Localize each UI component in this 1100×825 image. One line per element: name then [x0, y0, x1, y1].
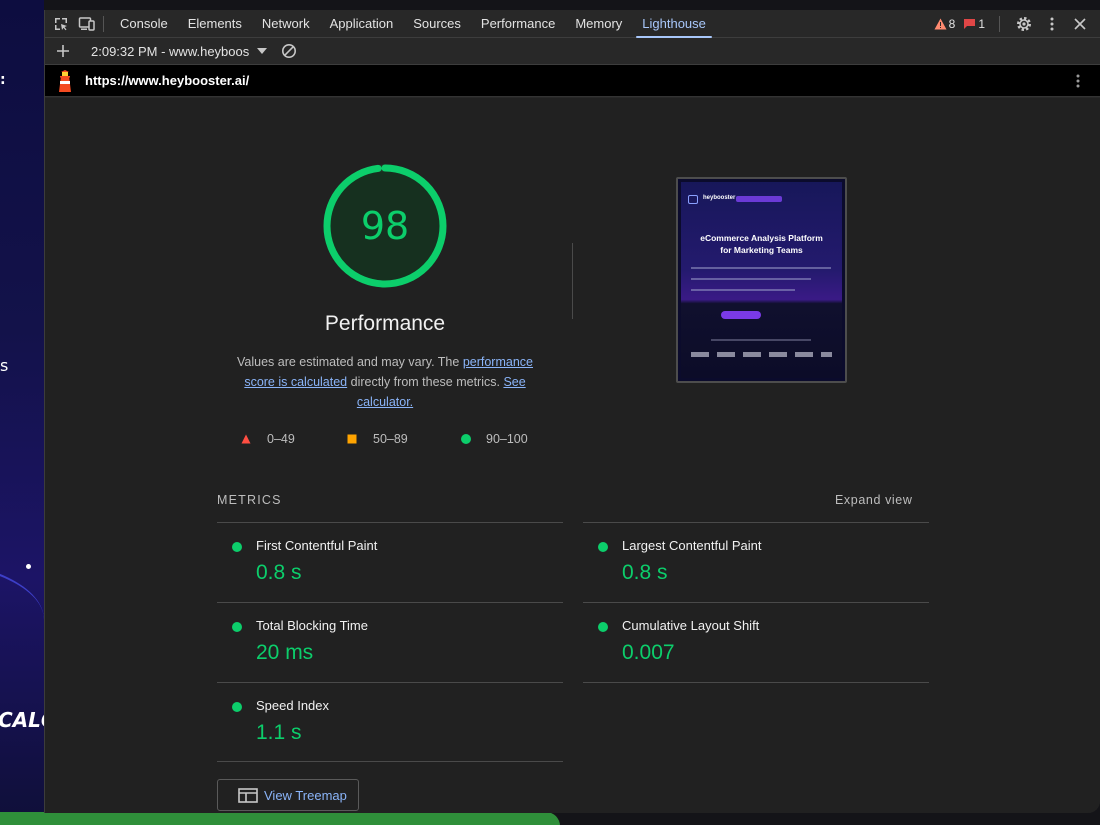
metric-cumulative-layout-shift: Cumulative Layout Shift 0.007	[583, 602, 929, 682]
metrics-divider	[217, 761, 563, 762]
metric-first-contentful-paint: First Contentful Paint 0.8 s	[217, 522, 563, 602]
view-treemap-button[interactable]: View Treemap	[217, 779, 359, 811]
metric-speed-index: Speed Index 1.1 s	[217, 682, 563, 762]
metric-label: Largest Contentful Paint	[622, 538, 762, 553]
performance-score: 98	[360, 204, 410, 248]
legend-label: 90–100	[486, 432, 528, 446]
screenshot-logo-icon	[688, 195, 698, 204]
desc-text: Values are estimated and may vary. The	[237, 355, 463, 369]
tab-memory[interactable]: Memory	[565, 10, 632, 38]
tools-separator	[999, 16, 1000, 32]
metric-label: First Contentful Paint	[256, 538, 378, 553]
devtools-tabbar: Console Elements Network Application Sou…	[45, 10, 1100, 38]
new-report-plus-icon[interactable]	[53, 41, 73, 61]
average-square-icon	[347, 434, 357, 444]
metric-label: Speed Index	[256, 698, 330, 713]
fail-triangle-icon	[241, 434, 251, 444]
category-title: Performance	[324, 312, 446, 335]
devtools-window: Console Elements Network Application Sou…	[44, 10, 1100, 813]
screenshot-text-line	[691, 289, 795, 291]
screenshot-text-line	[691, 267, 831, 269]
expand-view-toggle[interactable]: Expand view	[835, 493, 912, 507]
metric-label: Total Blocking Time	[256, 618, 368, 633]
screenshot-cta	[721, 311, 761, 319]
warning-icon	[934, 18, 947, 30]
screenshot-logos-row	[691, 352, 832, 357]
device-toolbar-icon[interactable]	[77, 14, 97, 34]
tab-elements[interactable]: Elements	[178, 10, 252, 38]
metric-value: 0.8 s	[256, 561, 302, 584]
legend-fail: 0–49	[241, 432, 295, 446]
tab-performance[interactable]: Performance	[471, 10, 565, 38]
pass-circle-icon	[232, 702, 242, 712]
tab-application[interactable]: Application	[320, 10, 404, 38]
screenshot-headline-line: eCommerce Analysis Platform	[700, 233, 823, 243]
pass-circle-icon	[232, 542, 242, 552]
page-text-fragment: s	[0, 356, 9, 375]
view-treemap-label: View Treemap	[264, 787, 347, 803]
legend-label: 0–49	[267, 432, 295, 446]
warnings-count: 8	[948, 17, 956, 31]
pass-circle-icon	[598, 622, 608, 632]
screenshot-pill	[736, 196, 782, 202]
metric-label: Cumulative Layout Shift	[622, 618, 760, 633]
issues-flag-icon	[964, 19, 976, 29]
screenshot-headline-line: for Marketing Teams	[720, 245, 803, 255]
performance-gauge: 98	[321, 162, 449, 290]
final-screenshot[interactable]: heybooster eCommerce Analysis Platform f…	[676, 177, 847, 383]
errors-count: 1	[978, 17, 985, 31]
tab-lighthouse[interactable]: Lighthouse	[632, 10, 716, 38]
report-menu-icon[interactable]	[1076, 74, 1080, 88]
screenshot-headline: eCommerce Analysis Platform for Marketin…	[681, 232, 842, 256]
more-options-icon[interactable]	[1042, 14, 1062, 34]
pass-circle-icon	[232, 622, 242, 632]
metric-largest-contentful-paint: Largest Contentful Paint 0.8 s	[583, 522, 929, 602]
page-arc-decoration	[0, 560, 44, 680]
close-devtools-icon[interactable]	[1070, 14, 1090, 34]
page-text-fragment: :	[0, 72, 6, 88]
report-selector-label: 2:09:32 PM - www.heyboos	[91, 43, 250, 59]
lighthouse-report: 98 Performance Values are estimated and …	[45, 98, 1100, 813]
tabbar-separator	[103, 15, 104, 32]
lighthouse-logo-icon	[59, 69, 71, 92]
screenshot-text-line	[711, 339, 811, 341]
header-divider	[572, 243, 573, 319]
legend-label: 50–89	[373, 432, 408, 446]
metric-value: 20 ms	[256, 641, 314, 664]
chevron-down-icon	[257, 48, 268, 54]
metrics-heading: METRICS	[217, 493, 282, 507]
metric-value: 1.1 s	[256, 721, 302, 744]
metrics-divider	[583, 682, 929, 683]
errors-badge[interactable]: 1	[963, 17, 985, 31]
legend-average: 50–89	[347, 432, 408, 446]
tab-network[interactable]: Network	[252, 10, 320, 38]
page-text-fragment: CALC	[0, 708, 44, 732]
legend-pass: 90–100	[461, 432, 528, 446]
warnings-badge[interactable]: 8	[934, 17, 956, 31]
metric-value: 0.007	[622, 641, 675, 664]
category-description: Values are estimated and may vary. The p…	[225, 352, 545, 412]
report-url-bar: https://www.heybooster.ai/	[45, 65, 1100, 97]
report-selector[interactable]: 2:09:32 PM - www.heyboos	[91, 43, 268, 59]
report-url[interactable]: https://www.heybooster.ai/	[85, 73, 249, 88]
clear-reports-icon[interactable]	[279, 41, 299, 61]
pass-circle-icon	[461, 434, 471, 444]
screenshot-brand: heybooster	[703, 195, 736, 201]
settings-gear-icon[interactable]	[1014, 14, 1034, 34]
pass-circle-icon	[598, 542, 608, 552]
lighthouse-toolbar: 2:09:32 PM - www.heyboos	[45, 38, 1100, 65]
metric-value: 0.8 s	[622, 561, 668, 584]
tab-console[interactable]: Console	[110, 10, 178, 38]
devtools-right-tools: 8 1	[934, 10, 1090, 38]
screenshot-page: heybooster eCommerce Analysis Platform f…	[681, 182, 842, 378]
metric-total-blocking-time: Total Blocking Time 20 ms	[217, 602, 563, 682]
inspect-element-icon[interactable]	[51, 14, 71, 34]
treemap-icon	[238, 787, 258, 803]
page-star-dot	[26, 564, 31, 569]
desktop-background	[0, 812, 560, 825]
screenshot-text-line	[691, 278, 811, 280]
inspected-page-edge: : s CALC	[0, 0, 44, 825]
tab-sources[interactable]: Sources	[403, 10, 471, 38]
desc-text: directly from these metrics.	[347, 375, 504, 389]
